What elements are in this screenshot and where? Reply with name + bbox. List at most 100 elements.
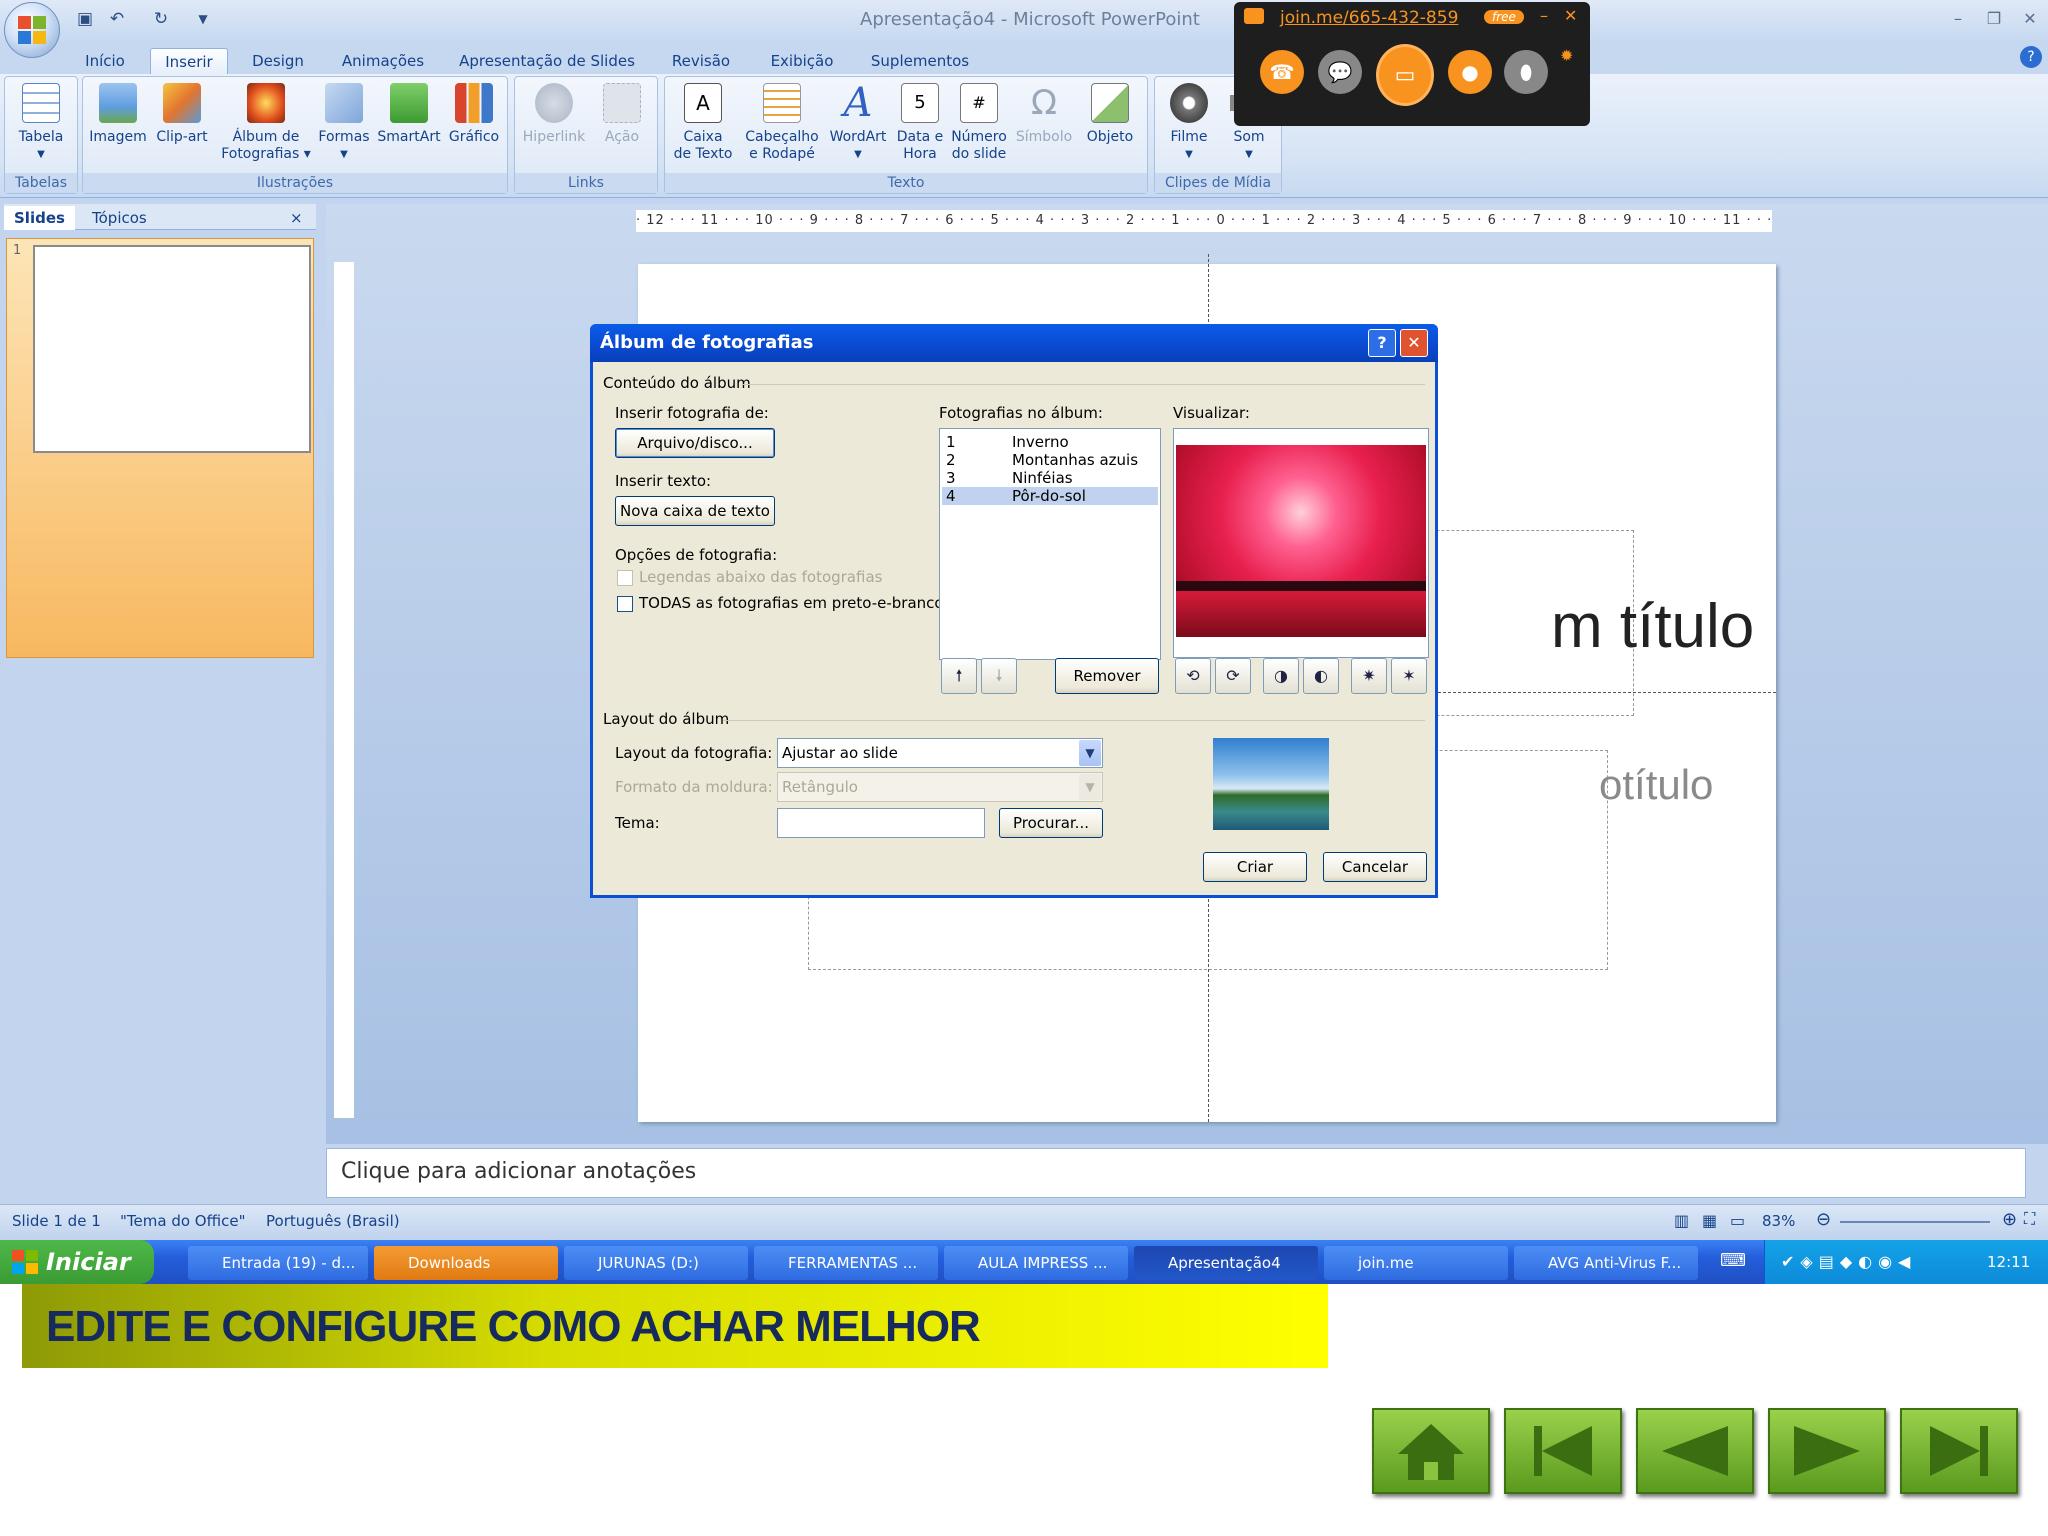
dialog-help-icon[interactable]: ? — [1368, 329, 1396, 357]
joinme-link[interactable]: join.me/665-432-859 — [1280, 8, 1458, 28]
restore-icon[interactable]: ❐ — [1980, 6, 2008, 32]
rotate-left-icon[interactable]: ⟲ — [1175, 658, 1211, 694]
slide-thumbnail-selected[interactable]: 1 — [6, 238, 314, 658]
move-down-button[interactable]: 🠗 — [981, 658, 1017, 694]
task-avg[interactable]: AVG Anti-Virus F... — [1514, 1246, 1698, 1280]
photo-layout-select[interactable]: Ajustar ao slide ▼ — [777, 738, 1103, 768]
office-button[interactable] — [4, 2, 60, 58]
zoom-in-icon[interactable]: ⊕ — [2002, 1209, 2017, 1230]
photos-listbox[interactable]: 1 Inverno 2 Montanhas azuis 3 Ninféias 4 Pôr… — [939, 428, 1161, 660]
zoom-slider[interactable] — [1840, 1221, 1990, 1223]
file-disk-button[interactable]: Arquivo/disco... — [615, 428, 775, 458]
cabecalho-button[interactable]: Cabeçalho e Rodapé — [739, 83, 825, 163]
tab-apresentacao[interactable]: Apresentação de Slides — [454, 48, 640, 74]
numero-slide-button[interactable]: # Número do slide — [947, 83, 1011, 163]
dialog-close-icon[interactable]: ✕ — [1400, 329, 1428, 357]
cancel-button[interactable]: Cancelar — [1323, 852, 1427, 882]
chat-icon[interactable]: 💬 — [1318, 50, 1362, 94]
contrast-up-icon[interactable]: ◑ — [1263, 658, 1299, 694]
photo-item[interactable]: 2 Montanhas azuis — [942, 451, 1158, 469]
contrast-down-icon[interactable]: ◐ — [1303, 658, 1339, 694]
status-language[interactable]: Português (Brasil) — [266, 1212, 400, 1230]
tab-topicos[interactable]: Tópicos — [82, 206, 157, 230]
save-icon[interactable]: ▣ — [74, 8, 96, 30]
keyboard-icon[interactable]: ⌨ — [1720, 1250, 1746, 1271]
photo-item[interactable]: 1 Inverno — [942, 433, 1158, 451]
album-fotografias-button[interactable]: Álbum de Fotografias ▾ — [217, 83, 315, 163]
caixa-texto-button[interactable]: A Caixa de Texto — [667, 83, 739, 163]
tray-icons[interactable]: ✔◈▤◆◐◉◀ — [1781, 1240, 1916, 1284]
brightness-up-icon[interactable]: ✷ — [1351, 658, 1387, 694]
formas-button[interactable]: Formas ▼ — [313, 83, 375, 163]
smartart-button[interactable]: SmartArt — [375, 83, 443, 146]
tabela-button[interactable]: Tabela ▼ — [9, 83, 73, 163]
view-sorter-icon[interactable]: ▦ — [1702, 1211, 1717, 1230]
zoom-level[interactable]: 83% — [1762, 1212, 1795, 1230]
redo-icon[interactable]: ↻ — [150, 8, 172, 30]
task-ferramentas[interactable]: FERRAMENTAS ... — [754, 1246, 938, 1280]
joinme-minimize-icon[interactable]: – — [1540, 6, 1548, 25]
task-joinme[interactable]: join.me — [1324, 1246, 1508, 1280]
imagem-button[interactable]: Imagem — [87, 83, 149, 146]
task-firefox[interactable]: Entrada (19) - d... — [188, 1246, 368, 1280]
tab-design[interactable]: Design — [240, 48, 316, 74]
tab-revisao[interactable]: Revisão — [660, 48, 742, 74]
phone-icon[interactable]: ☎ — [1260, 50, 1304, 94]
close-pane-icon[interactable]: × — [290, 206, 303, 230]
tab-animacoes[interactable]: Animações — [330, 48, 436, 74]
previous-button[interactable] — [1636, 1408, 1754, 1494]
theme-input[interactable] — [777, 808, 985, 838]
photo-item[interactable]: 3 Ninféias — [942, 469, 1158, 487]
data-hora-button[interactable]: 5 Data e Hora — [893, 83, 947, 163]
view-normal-icon[interactable]: ▥ — [1674, 1211, 1689, 1230]
start-button[interactable]: Iniciar — [0, 1240, 154, 1284]
chevron-down-icon[interactable]: ▼ — [1079, 774, 1101, 800]
create-button[interactable]: Criar — [1203, 852, 1307, 882]
view-slideshow-icon[interactable]: ▭ — [1730, 1211, 1745, 1230]
remove-button[interactable]: Remover — [1055, 658, 1159, 694]
close-icon[interactable]: ✕ — [2016, 6, 2044, 32]
customize-qat-icon[interactable]: ▼ — [192, 8, 214, 30]
task-aula-impress[interactable]: AULA IMPRESS ... — [944, 1246, 1128, 1280]
move-up-button[interactable]: 🠕 — [941, 658, 977, 694]
zoom-out-icon[interactable]: ⊖ — [1816, 1209, 1831, 1230]
tab-inicio[interactable]: Início — [70, 48, 140, 74]
acao-button[interactable]: Ação — [591, 83, 653, 146]
first-slide-button[interactable] — [1504, 1408, 1622, 1494]
frame-shape-select[interactable]: Retângulo ▼ — [777, 772, 1103, 802]
help-icon[interactable]: ? — [2020, 46, 2042, 68]
new-textbox-button[interactable]: Nova caixa de texto — [615, 496, 775, 526]
joinme-settings-icon[interactable]: ✹ — [1560, 46, 1573, 65]
captions-checkbox[interactable] — [617, 570, 633, 586]
task-jurunas[interactable]: JURUNAS (D:) — [564, 1246, 748, 1280]
last-slide-button[interactable] — [1900, 1408, 2018, 1494]
user-icon[interactable]: ● — [1448, 50, 1492, 94]
mouse-icon[interactable]: ⬮ — [1504, 50, 1548, 94]
bw-checkbox[interactable] — [617, 596, 633, 612]
task-downloads[interactable]: Downloads — [374, 1246, 558, 1280]
objeto-button[interactable]: Objeto — [1077, 83, 1143, 146]
grafico-button[interactable]: Gráfico — [443, 83, 505, 146]
next-button[interactable] — [1768, 1408, 1886, 1494]
clipart-button[interactable]: Clip-art — [151, 83, 213, 146]
minimize-icon[interactable]: – — [1944, 6, 1972, 32]
tab-suplementos[interactable]: Suplementos — [862, 48, 978, 74]
hiperlink-button[interactable]: Hiperlink — [519, 83, 589, 146]
rotate-right-icon[interactable]: ⟳ — [1215, 658, 1251, 694]
home-button[interactable] — [1372, 1408, 1490, 1494]
notes-pane[interactable]: Clique para adicionar anotações — [326, 1148, 2026, 1198]
undo-icon[interactable]: ↶ — [106, 8, 128, 30]
joinme-close-icon[interactable]: ✕ — [1564, 6, 1577, 25]
fit-window-icon[interactable]: ⛶ — [2024, 1209, 2035, 1229]
brightness-down-icon[interactable]: ✶ — [1391, 658, 1427, 694]
tab-exibicao[interactable]: Exibição — [760, 48, 844, 74]
tab-inserir[interactable]: Inserir — [150, 48, 228, 74]
tab-slides[interactable]: Slides — [4, 206, 75, 230]
browse-button[interactable]: Procurar... — [999, 808, 1103, 838]
simbolo-button[interactable]: Ω Símbolo — [1013, 83, 1075, 146]
task-apresentacao4[interactable]: Apresentação4 — [1134, 1246, 1318, 1280]
slide-thumbnail[interactable] — [33, 245, 311, 453]
wordart-button[interactable]: A WordArt ▼ — [823, 83, 893, 163]
chevron-down-icon[interactable]: ▼ — [1079, 740, 1101, 766]
filme-button[interactable]: Filme ▼ — [1159, 83, 1219, 163]
